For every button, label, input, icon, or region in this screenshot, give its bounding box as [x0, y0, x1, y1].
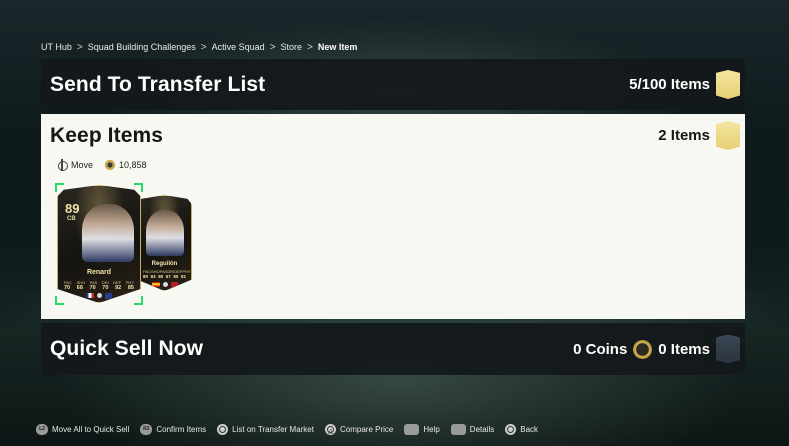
stat-value: 80	[143, 274, 149, 279]
hint-move-all-quick-sell[interactable]: L2 Move All to Quick Sell	[36, 423, 130, 435]
hint-label: Compare Price	[339, 424, 394, 434]
hint-help[interactable]: Help	[404, 423, 440, 435]
quick-sell-count: 0 Items	[658, 340, 710, 358]
breadcrumb: UT Hub > Squad Building Challenges > Act…	[41, 41, 357, 53]
stat-value: 80	[173, 274, 179, 279]
hint-list-transfer-market[interactable]: List on Transfer Market	[217, 423, 314, 435]
selection-corner	[134, 296, 143, 305]
circle-button-icon	[505, 423, 517, 435]
coin-icon	[105, 160, 116, 170]
triangle-button-icon	[324, 423, 336, 435]
player-portrait	[146, 210, 184, 256]
breadcrumb-separator: >	[269, 41, 276, 53]
l2-button-icon: L2	[36, 423, 48, 435]
touchpad-button-icon	[450, 423, 466, 435]
gold-card-icon	[716, 70, 740, 99]
send-to-transfer-list-panel[interactable]: Send To Transfer List 5/100 Items	[41, 59, 745, 110]
quick-sell-now-panel[interactable]: Quick Sell Now 0 Coins 0 Items	[41, 323, 745, 375]
breadcrumb-sbc[interactable]: Squad Building Challenges	[88, 42, 196, 52]
hint-details[interactable]: Details	[450, 423, 495, 435]
breadcrumb-separator: >	[200, 41, 207, 53]
hint-compare-price[interactable]: Compare Price	[324, 423, 394, 435]
breadcrumb-separator: >	[307, 41, 313, 53]
coin-icon	[633, 339, 653, 359]
hint-label: Confirm Items	[156, 424, 207, 434]
breadcrumb-separator: >	[76, 41, 83, 53]
hint-confirm-items[interactable]: R2 Confirm Items	[140, 423, 207, 435]
hint-label: Help	[423, 424, 440, 434]
selection-corner	[55, 296, 64, 305]
breadcrumb-active-squad[interactable]: Active Squad	[212, 42, 265, 52]
hint-label: Details	[469, 424, 495, 434]
selection-frame	[55, 183, 143, 305]
league-badge-icon	[162, 282, 168, 287]
stat-values: 80 63 80 67 80 81	[143, 274, 186, 279]
keep-items-meta: Move 10,858	[57, 159, 147, 171]
coin-balance: 10,858	[119, 160, 147, 170]
hint-label: Back	[520, 424, 539, 434]
button-hints-bar: L2 Move All to Quick Sell R2 Confirm Ite…	[36, 423, 549, 435]
player-card-reguilon[interactable]: Reguilón PAC SHO PAS DRI DEF PHY 80 63 8…	[137, 195, 192, 291]
transfer-list-title: Send To Transfer List	[50, 72, 266, 96]
keep-items-title: Keep Items	[50, 123, 164, 147]
stat-value: 63	[150, 274, 156, 279]
keep-items-count: 2 Items	[658, 127, 710, 144]
r2-button-icon: R2	[140, 423, 153, 435]
right-stick-icon	[57, 159, 68, 171]
touchpad-button-icon	[404, 423, 420, 435]
breadcrumb-ut-hub[interactable]: UT Hub	[41, 42, 72, 52]
breadcrumb-current: New Item	[317, 42, 358, 52]
square-button-icon	[217, 423, 229, 435]
breadcrumb-store[interactable]: Store	[281, 42, 303, 52]
quick-sell-title: Quick Sell Now	[50, 337, 204, 360]
empty-card-icon	[716, 334, 740, 364]
quick-sell-coins: 0 Coins	[573, 340, 628, 358]
stat-value: 81	[180, 274, 186, 279]
stat-value: 80	[158, 274, 164, 279]
transfer-list-count: 5/100 Items	[629, 76, 710, 93]
move-label: Move	[71, 160, 94, 170]
hint-back[interactable]: Back	[505, 423, 539, 435]
selection-corner	[134, 183, 143, 192]
stat-value: 67	[165, 274, 171, 279]
gold-card-icon	[716, 121, 740, 150]
selection-corner	[55, 183, 64, 192]
hint-label: List on Transfer Market	[232, 424, 314, 434]
hint-label: Move All to Quick Sell	[52, 424, 130, 434]
player-name: Reguilón	[151, 261, 178, 267]
